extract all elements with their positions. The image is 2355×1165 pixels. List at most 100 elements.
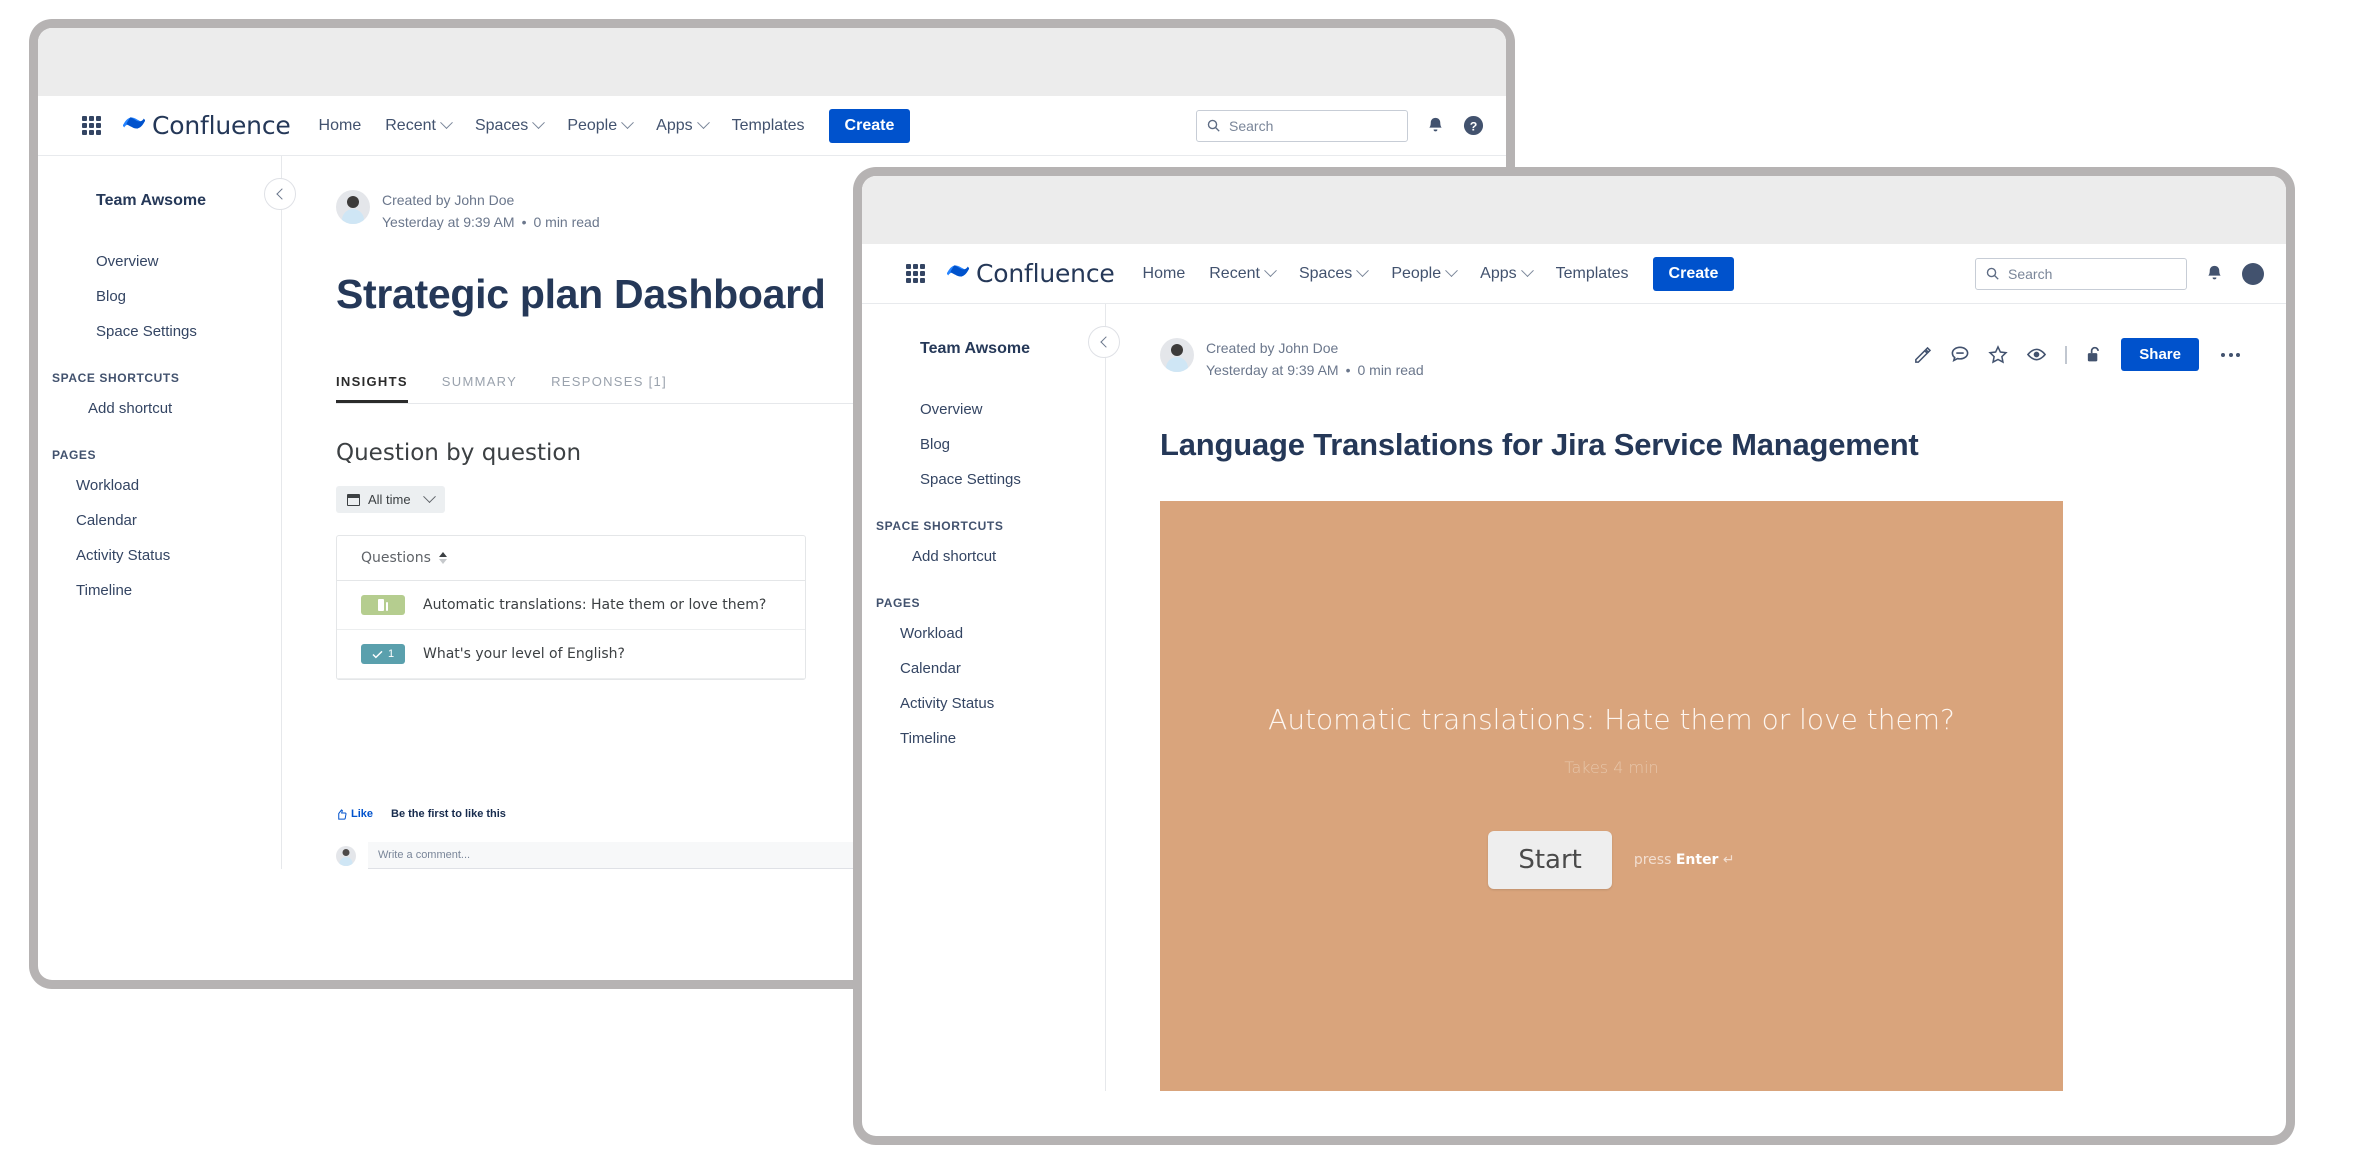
tab-insights[interactable]: INSIGHTS: [336, 374, 408, 404]
sidebar-item-workload[interactable]: Workload: [38, 468, 281, 503]
nav-item-templates[interactable]: Templates: [1556, 265, 1629, 283]
brand-name: Confluence: [152, 111, 291, 140]
notifications-bell-icon[interactable]: [2205, 264, 2224, 283]
avatar: [1160, 338, 1194, 372]
hint-symbol: ↵: [1722, 852, 1735, 869]
sidebar-item-add-shortcut[interactable]: Add shortcut: [38, 391, 281, 426]
search-input[interactable]: Search: [1196, 109, 1408, 142]
chevron-left-icon: [275, 188, 288, 200]
chevron-down-icon: [532, 116, 546, 130]
survey-embed-panel[interactable]: Automatic translations: Hate them or lov…: [1160, 501, 2063, 1092]
nav-item-label: Home: [318, 116, 362, 134]
front-nav-right-tools: Search: [1975, 257, 2264, 290]
search-input[interactable]: Search: [1975, 257, 2187, 290]
sidebar-item-timeline[interactable]: Timeline: [862, 721, 1105, 756]
survey-start-row: Start press Enter ↵: [1488, 831, 1735, 890]
app-switcher-grid-icon[interactable]: [82, 116, 101, 135]
back-space-sidebar: Team Awsome Overview Blog Space Settings…: [38, 156, 296, 870]
sidebar-collapse-button[interactable]: [264, 178, 296, 210]
tab-responses[interactable]: RESPONSES [1]: [551, 374, 667, 403]
nav-item-home[interactable]: Home: [319, 117, 362, 135]
sidebar-item-activity-status[interactable]: Activity Status: [862, 686, 1105, 721]
help-circle-icon[interactable]: ?: [1463, 115, 1484, 136]
time-range-label: All time: [368, 492, 411, 508]
search-icon: [1986, 267, 1999, 280]
nav-item-label: Templates: [1555, 264, 1629, 282]
nav-item-people[interactable]: People: [1391, 264, 1459, 283]
sidebar-heading-space-shortcuts: SPACE SHORTCUTS: [52, 371, 180, 385]
front-browser-window: Confluence Home Recent Spaces People App…: [862, 176, 2286, 1136]
nav-item-templates[interactable]: Templates: [732, 117, 805, 135]
sidebar-item-calendar[interactable]: Calendar: [862, 651, 1105, 686]
nav-item-spaces[interactable]: Spaces: [1298, 264, 1370, 283]
confluence-logo-icon: [122, 113, 146, 138]
eye-watch-icon[interactable]: [2026, 345, 2047, 364]
search-placeholder: Search: [1229, 117, 1274, 134]
comment-icon[interactable]: [1950, 345, 1970, 364]
nav-item-label: Apps: [1480, 264, 1517, 282]
nav-item-home[interactable]: Home: [1143, 265, 1186, 283]
sidebar-heading-pages: PAGES: [876, 596, 921, 610]
created-by: Created by John Doe: [1206, 340, 1339, 356]
app-switcher-grid-icon[interactable]: [906, 264, 925, 283]
nav-item-label: Spaces: [1298, 264, 1353, 282]
search-icon: [1207, 119, 1220, 132]
sidebar-item-add-shortcut[interactable]: Add shortcut: [862, 539, 1105, 574]
questions-table: Questions Automatic translations: Hate t…: [336, 535, 806, 681]
start-button[interactable]: Start: [1488, 831, 1612, 890]
page-title: Language Translations for Jira Service M…: [1160, 427, 1919, 463]
chevron-down-icon: [1520, 264, 1534, 278]
nav-item-spaces[interactable]: Spaces: [475, 116, 546, 135]
sidebar-item-space-settings[interactable]: Space Settings: [862, 462, 1105, 497]
sidebar-item-workload[interactable]: Workload: [862, 616, 1105, 651]
search-placeholder: Search: [2008, 265, 2053, 282]
sidebar-heading-space-shortcuts: SPACE SHORTCUTS: [876, 519, 1004, 533]
nav-item-apps[interactable]: Apps: [1480, 264, 1534, 283]
sidebar-collapse-button[interactable]: [1088, 326, 1120, 358]
timestamp: Yesterday at 9:39 AM: [1206, 361, 1339, 378]
chevron-down-icon: [1356, 264, 1370, 278]
confluence-brand[interactable]: Confluence: [946, 259, 1115, 288]
table-row[interactable]: 1 What's your level of English?: [337, 630, 805, 680]
sidebar-item-calendar[interactable]: Calendar: [38, 503, 281, 538]
sort-arrows-icon[interactable]: [438, 552, 447, 565]
sidebar-item-timeline[interactable]: Timeline: [38, 573, 281, 608]
avatar: [336, 845, 356, 866]
table-row[interactable]: Automatic translations: Hate them or lov…: [337, 581, 805, 631]
question-text: What's your level of English?: [423, 646, 625, 663]
time-range-filter[interactable]: All time: [336, 486, 445, 514]
create-button[interactable]: Create: [1652, 256, 1735, 291]
star-icon[interactable]: [1988, 345, 2008, 364]
sidebar-item-space-settings[interactable]: Space Settings: [38, 314, 281, 349]
pencil-edit-icon[interactable]: [1913, 345, 1932, 364]
confluence-brand[interactable]: Confluence: [122, 111, 291, 140]
front-window-titlebar: [862, 176, 2286, 244]
sidebar-item-overview[interactable]: Overview: [862, 392, 1105, 427]
byline-text: Created by John Doe Yesterday at 9:39 AM…: [382, 190, 600, 233]
front-window-body: Team Awsome Overview Blog Space Settings…: [862, 304, 2286, 1092]
sidebar-item-blog[interactable]: Blog: [862, 427, 1105, 462]
nav-item-recent[interactable]: Recent: [1209, 264, 1277, 283]
sidebar-item-overview[interactable]: Overview: [38, 244, 281, 279]
status-badge: 1: [361, 644, 405, 665]
more-ellipsis-icon[interactable]: [2217, 349, 2244, 361]
profile-avatar-icon[interactable]: [2242, 262, 2264, 285]
status-badge: [361, 595, 405, 616]
like-label: Like: [351, 808, 374, 821]
create-button[interactable]: Create: [828, 108, 911, 143]
unlock-padlock-icon[interactable]: [2085, 345, 2103, 364]
read-time: 0 min read: [533, 213, 600, 230]
toolbar-divider: [2065, 345, 2068, 364]
table-header[interactable]: Questions: [337, 536, 805, 582]
notifications-bell-icon[interactable]: [1426, 116, 1445, 135]
nav-item-recent[interactable]: Recent: [385, 116, 453, 135]
space-title: Team Awsome: [96, 192, 206, 209]
nav-item-people[interactable]: People: [567, 116, 635, 135]
sidebar-item-activity-status[interactable]: Activity Status: [38, 538, 281, 573]
share-button[interactable]: Share: [2121, 338, 2199, 371]
sidebar-item-blog[interactable]: Blog: [38, 279, 281, 314]
nav-item-apps[interactable]: Apps: [656, 116, 710, 135]
tab-summary[interactable]: SUMMARY: [442, 374, 517, 403]
like-button[interactable]: Like: [336, 808, 373, 820]
sidebar-heading-pages: PAGES: [52, 448, 97, 462]
